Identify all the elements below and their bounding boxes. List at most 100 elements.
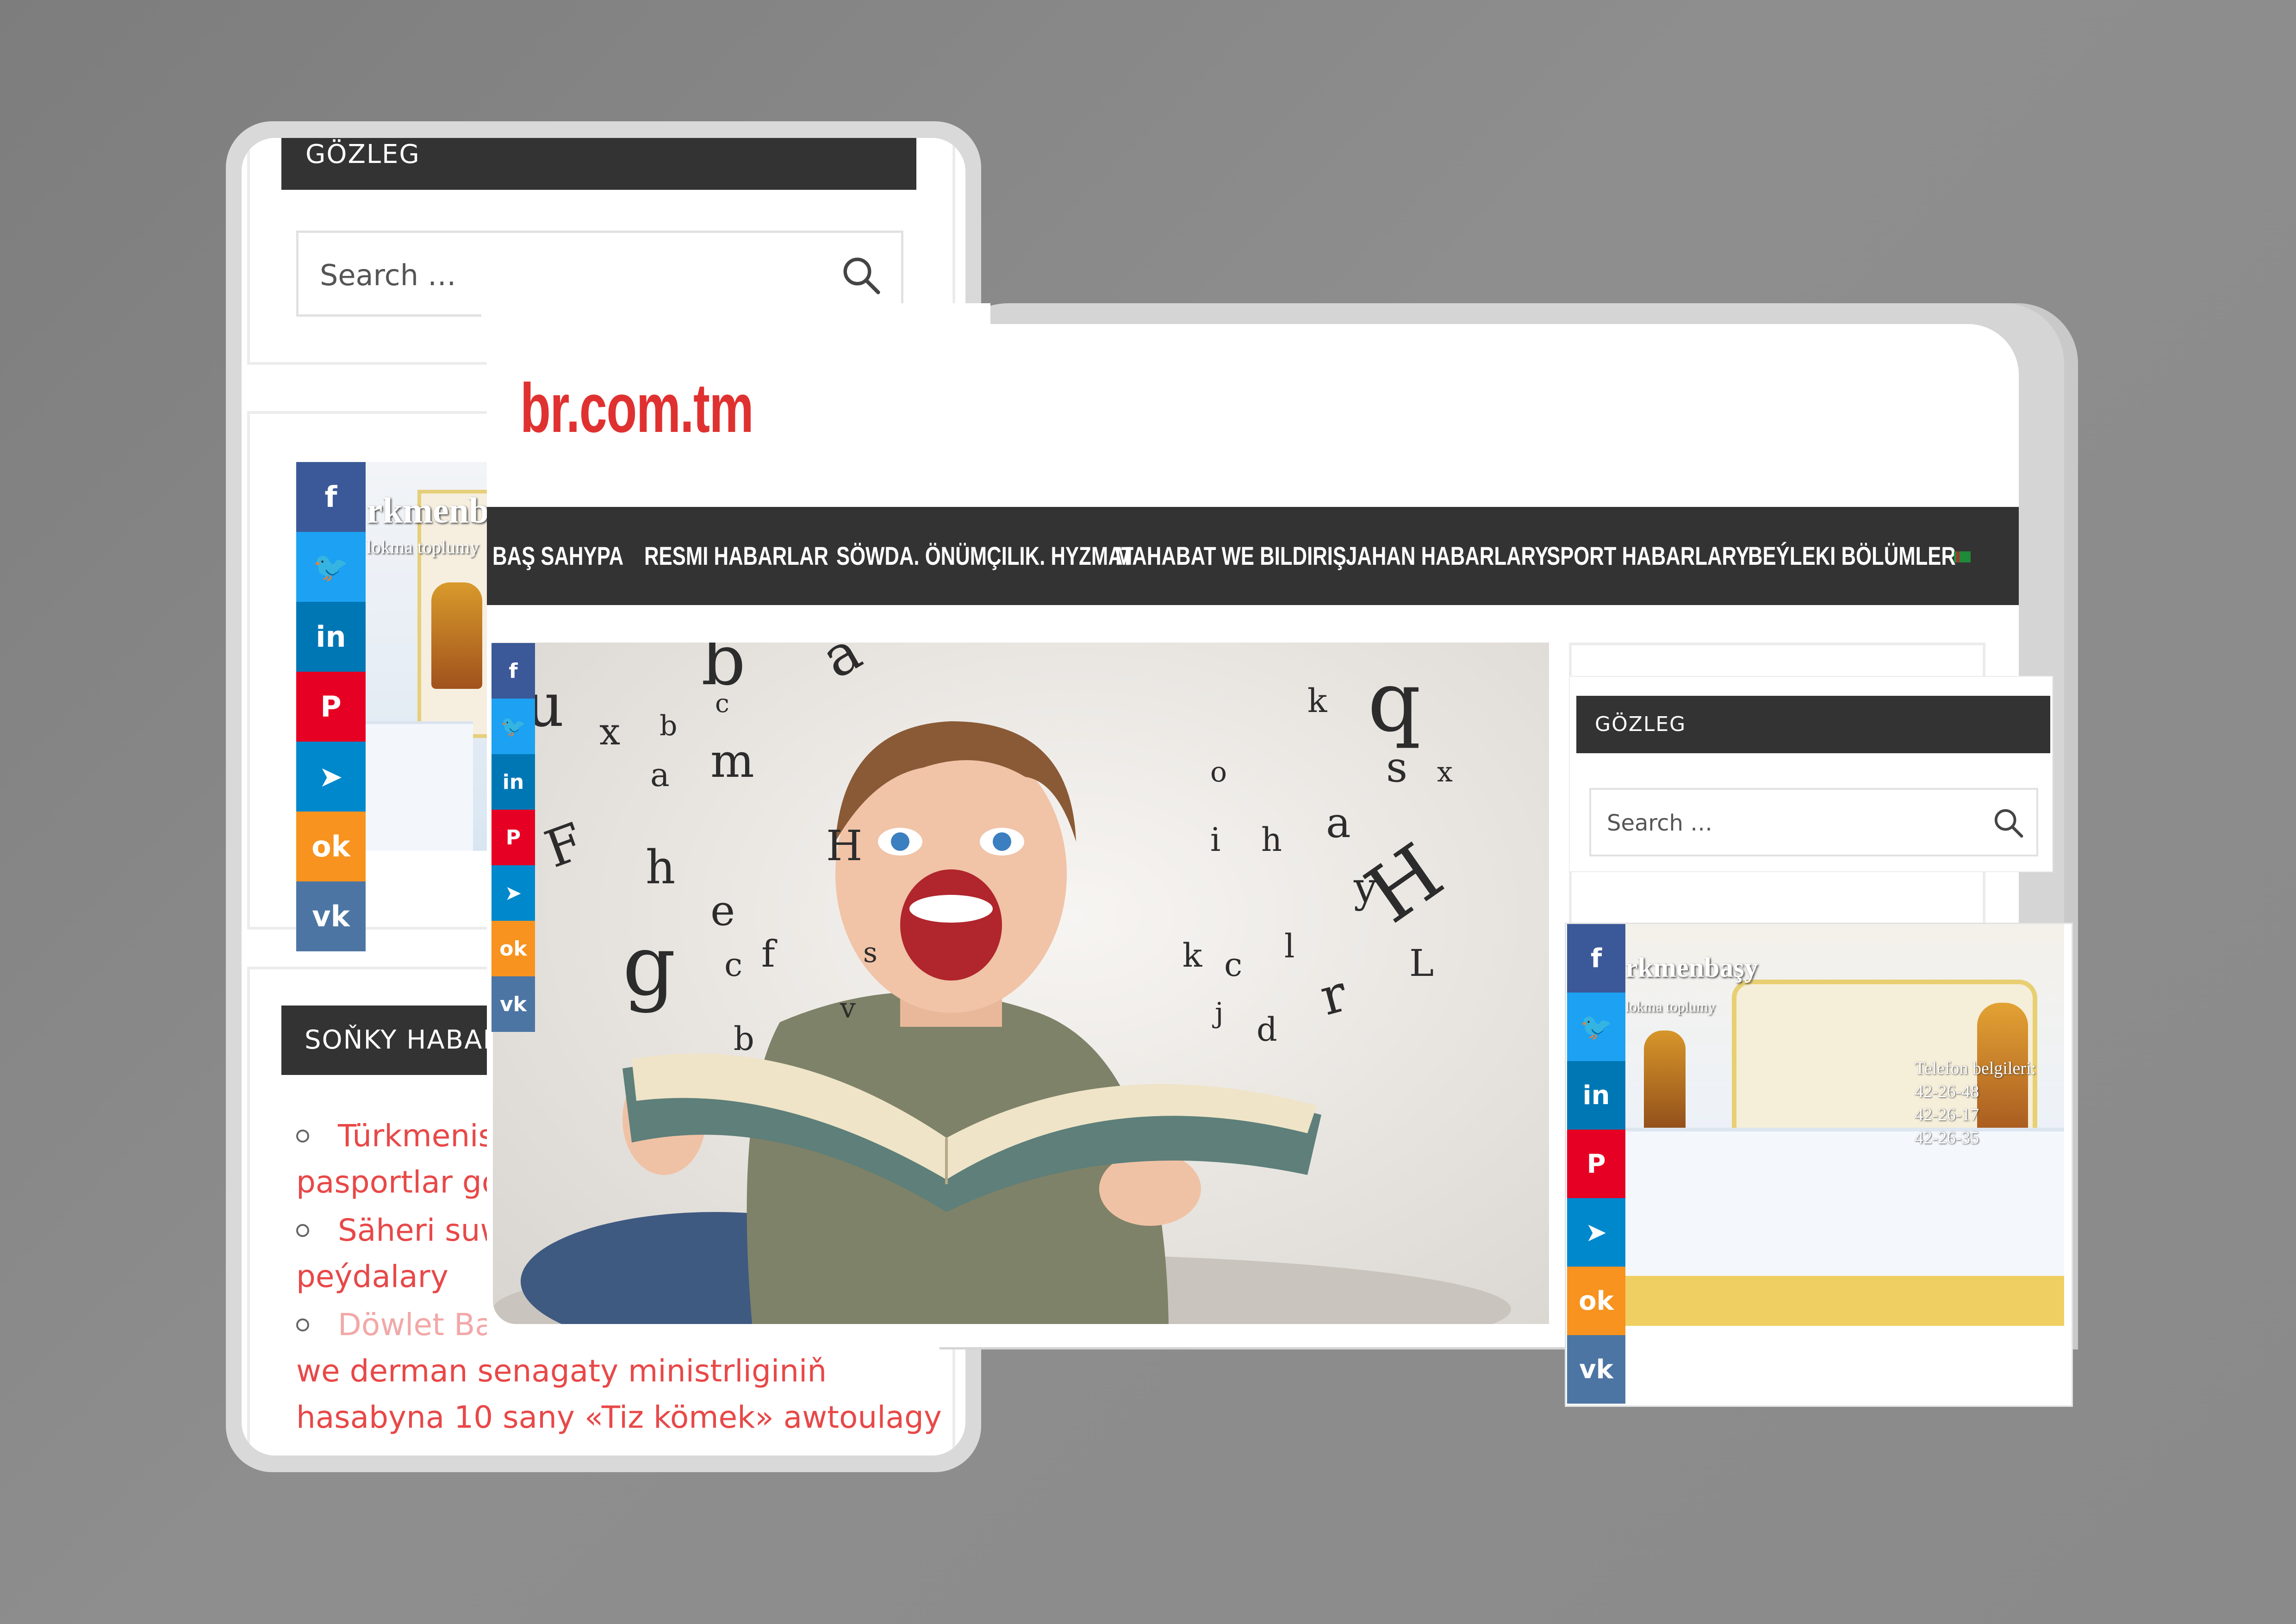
site-logo[interactable]: br.com.tm	[520, 368, 754, 448]
svg-text:i: i	[1210, 821, 1220, 859]
main-share-bar: f 🐦 in P ➤ ok vk	[492, 643, 535, 1032]
news-item-text-line2[interactable]: pasportlar go	[296, 1159, 500, 1206]
svg-text:e: e	[710, 887, 735, 935]
svg-text:g: g	[622, 918, 676, 1014]
turkmenistan-flag-icon[interactable]	[1954, 551, 1971, 562]
share-button-vk[interactable]: vk	[296, 881, 366, 951]
svg-text:q: q	[1368, 654, 1421, 750]
svg-text:v: v	[840, 992, 856, 1024]
facebook-icon: f	[509, 659, 518, 683]
share-button-facebook[interactable]: f	[296, 462, 366, 532]
news-item-text-line2[interactable]: we derman senagaty ministrliginiň	[296, 1348, 827, 1394]
linkedin-icon: in	[1582, 1080, 1610, 1111]
ad-phone-1: 42-26-48	[1915, 1082, 1979, 1101]
nav-item-beyleki-bolumler[interactable]: BEÝLEKI BÖLÜMLER	[1748, 507, 1956, 605]
list-bullet	[296, 1318, 309, 1331]
svg-text:h: h	[1261, 821, 1282, 859]
lamp-shape	[1644, 1031, 1686, 1137]
vk-icon: vk	[312, 899, 350, 933]
share-button-facebook[interactable]: f	[492, 643, 535, 699]
share-button-twitter[interactable]: 🐦	[1567, 993, 1625, 1061]
nav-item-resmi-habarlar[interactable]: RESMI HABARLAR	[644, 507, 828, 605]
share-button-pinterest[interactable]: P	[1567, 1130, 1625, 1198]
main-navigation: BAŞ SAHYPA RESMI HABARLAR SÖWDA. ÖNÜMÇIL…	[487, 507, 2019, 605]
telegram-icon: ➤	[319, 760, 343, 793]
share-button-twitter[interactable]: 🐦	[296, 532, 366, 602]
news-item-text[interactable]: Säheri suw	[338, 1207, 505, 1254]
svg-text:o: o	[1210, 756, 1227, 788]
list-bullet	[296, 1224, 309, 1237]
lamp-shape	[431, 582, 482, 689]
nav-item-jahan-habarlary[interactable]: JAHAN HABARLARY	[1346, 507, 1549, 605]
svg-text:F: F	[537, 812, 591, 879]
list-bullet	[296, 1130, 309, 1143]
vk-icon: vk	[500, 992, 527, 1016]
sidebar-search-input[interactable]	[1606, 806, 1932, 841]
share-button-odnoklassniki[interactable]: ok	[492, 921, 535, 976]
recent-news-title: SOŇKY HABAR	[281, 1006, 522, 1075]
svg-text:l: l	[1284, 927, 1294, 965]
news-item-text-line2[interactable]: peýdalary	[296, 1254, 448, 1300]
nav-item-bas-sahypa[interactable]: BAŞ SAHYPA	[492, 507, 623, 605]
svg-text:c: c	[1224, 946, 1242, 984]
share-button-pinterest[interactable]: P	[492, 810, 535, 865]
vk-icon: vk	[1579, 1354, 1613, 1385]
share-button-vk[interactable]: vk	[492, 976, 535, 1032]
share-button-odnoklassniki[interactable]: ok	[296, 812, 366, 881]
twitter-icon: 🐦	[500, 715, 526, 738]
nav-item-sport-habarlary[interactable]: SPORT HABARLARY	[1547, 507, 1749, 605]
news-item-text-line3[interactable]: hasabyna 10 sany «Tiz kömek» awtoulagy	[296, 1394, 942, 1441]
ad-title: rkmenbaşy	[1625, 952, 1758, 983]
nav-item-sowda[interactable]: SÖWDA. ÖNÜMÇILIK. HYZMAT	[836, 507, 1133, 605]
sidebar-search-title: GÖZLEG	[1576, 696, 2050, 753]
odnoklassniki-icon: ok	[1579, 1286, 1614, 1316]
telegram-icon: ➤	[504, 881, 522, 905]
svg-text:h: h	[646, 840, 675, 894]
search-input[interactable]	[319, 251, 784, 299]
pinterest-icon: P	[505, 825, 521, 849]
pinterest-icon: P	[1587, 1149, 1606, 1179]
search-icon[interactable]	[1992, 806, 2024, 839]
share-button-linkedin[interactable]: in	[492, 754, 535, 810]
share-button-telegram[interactable]: ➤	[296, 742, 366, 812]
facebook-icon: f	[324, 480, 337, 514]
featured-image[interactable]: b a q u x b c m a k s x o a i h F h H e	[493, 643, 1549, 1324]
svg-text:c: c	[715, 688, 729, 718]
svg-text:a: a	[1326, 799, 1351, 847]
ad-subtitle: lokma toplumy	[1625, 998, 1716, 1015]
left-share-bar: f 🐦 in P ➤ ok vk	[296, 462, 366, 953]
svg-text:L: L	[1409, 942, 1434, 985]
nav-item-mahabat[interactable]: MAHABAT WE BILDIRIŞ	[1115, 507, 1346, 605]
svg-text:y: y	[1353, 863, 1377, 912]
share-button-linkedin[interactable]: in	[1567, 1061, 1625, 1130]
search-widget-title: GÖZLEG	[281, 138, 916, 190]
share-button-odnoklassniki[interactable]: ok	[1567, 1267, 1625, 1335]
share-button-telegram[interactable]: ➤	[492, 865, 535, 921]
svg-text:H: H	[826, 822, 863, 870]
sidebar-ad-banner-image[interactable]: rkmenbaşy lokma toplumy Telefon belgiler…	[1625, 924, 2064, 1326]
facebook-icon: f	[1590, 943, 1602, 974]
svg-text:f: f	[761, 932, 778, 975]
linkedin-icon: in	[316, 620, 346, 654]
search-icon[interactable]	[840, 254, 882, 296]
svg-text:s: s	[863, 937, 877, 969]
news-item-text[interactable]: Türkmenis	[338, 1113, 494, 1159]
svg-text:x: x	[1437, 756, 1453, 788]
share-button-facebook[interactable]: f	[1567, 924, 1625, 993]
share-button-telegram[interactable]: ➤	[1567, 1198, 1625, 1267]
svg-text:a: a	[650, 756, 670, 794]
share-button-linkedin[interactable]: in	[296, 602, 366, 672]
floor-shape	[1625, 1276, 2064, 1326]
twitter-icon: 🐦	[1580, 1012, 1612, 1042]
linkedin-icon: in	[502, 770, 524, 794]
svg-text:k: k	[1182, 937, 1202, 974]
share-button-vk[interactable]: vk	[1567, 1335, 1625, 1404]
featured-photo-illustration: b a q u x b c m a k s x o a i h F h H e	[493, 643, 1511, 1324]
sidebar-share-bar: f 🐦 in P ➤ ok vk	[1567, 924, 1625, 1405]
sidebar-search-field[interactable]	[1589, 788, 2038, 856]
share-button-pinterest[interactable]: P	[296, 672, 366, 742]
svg-text:b: b	[660, 710, 677, 742]
svg-text:a: a	[811, 643, 872, 691]
share-button-twitter[interactable]: 🐦	[492, 699, 535, 754]
svg-text:j: j	[1212, 997, 1224, 1029]
